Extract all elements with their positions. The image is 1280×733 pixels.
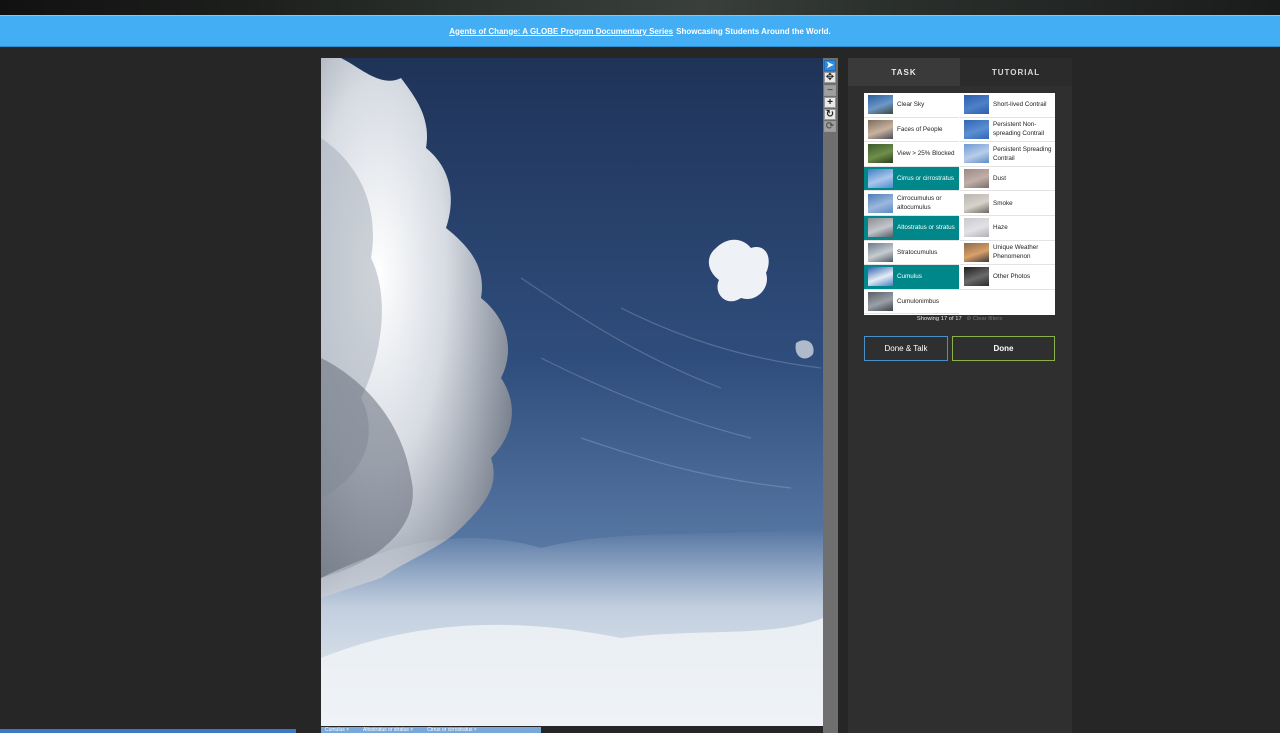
announcement-banner: Agents of Change: A GLOBE Program Docume… (0, 15, 1280, 47)
choice-cumulus[interactable]: Cumulus (864, 265, 959, 290)
choice-label: Short-lived Contrail (993, 101, 1047, 109)
choice-thumbnail (964, 95, 989, 115)
choice-label: Haze (993, 224, 1008, 232)
choice-thumbnail (964, 169, 989, 189)
choice-persistent-non-spreading-contrail[interactable]: Persistent Non-spreading Contrail (960, 118, 1055, 143)
zoom-in-icon[interactable]: + (824, 97, 836, 108)
choice-thumbnail (964, 144, 989, 164)
reset-icon[interactable]: ⟳ (824, 121, 836, 132)
choice-smoke[interactable]: Smoke (960, 191, 1055, 216)
announcement-link[interactable]: Agents of Change: A GLOBE Program Docume… (449, 27, 673, 36)
choice-thumbnail (868, 193, 893, 213)
announcement-text: Showcasing Students Around the World. (676, 26, 831, 36)
clear-filters-link[interactable]: ⊘ Clear filters (966, 316, 1002, 322)
choice-label: Persistent Non-spreading Contrail (993, 121, 1045, 138)
selected-tags-bar: Cumulus × Altostratus or stratus × Cirru… (321, 727, 541, 733)
choice-cirrus-or-cirrostratus[interactable]: Cirrus or cirrostratus (864, 166, 959, 192)
choice-thumbnail (868, 144, 893, 164)
task-panel: TASK TUTORIAL Clear Sky Short-lived Contr… (848, 58, 1072, 733)
pan-tool-icon[interactable]: ✥ (824, 72, 836, 83)
choice-short-lived-contrail[interactable]: Short-lived Contrail (960, 93, 1055, 118)
tab-task[interactable]: TASK (848, 58, 960, 86)
survey-choice-grid: Clear Sky Short-lived Contrail Faces of Pe… (864, 93, 1055, 315)
choice-unique-weather-phenomenon[interactable]: Unique Weather Phenomenon (960, 241, 1055, 266)
choice-other-photos[interactable]: Other Photos (960, 265, 1055, 290)
top-photo-strip (0, 0, 1280, 15)
choice-thumbnail (964, 267, 989, 287)
choice-thumbnail (868, 95, 893, 115)
choice-thumbnail (964, 119, 989, 139)
choice-thumbnail (964, 193, 989, 213)
choice-view-25-blocked[interactable]: View > 25% Blocked (864, 142, 959, 167)
subject-image[interactable] (321, 58, 823, 726)
filter-status: Showing 17 of 17 ⊘ Clear filters (864, 316, 1055, 322)
choice-clear-sky[interactable]: Clear Sky (864, 93, 959, 118)
choice-label: Dust (993, 175, 1006, 183)
choice-thumbnail (964, 242, 989, 262)
choice-label: Other Photos (993, 273, 1031, 281)
choice-persistent-spreading-contrail[interactable]: Persistent Spreading Contrail (960, 142, 1055, 167)
choice-label: Cumulus (897, 273, 922, 281)
choice-label: Cirrocumulus or altocumulus (897, 195, 942, 212)
done-button[interactable]: Done (952, 336, 1055, 361)
choice-thumbnail (868, 292, 893, 312)
choice-label: Cirrus or cirrostratus (897, 175, 955, 183)
choice-label: Clear Sky (897, 101, 925, 109)
choice-stratocumulus[interactable]: Stratocumulus (864, 241, 959, 266)
choice-label: Persistent Spreading Contrail (993, 145, 1052, 162)
choice-label: Unique Weather Phenomenon (993, 244, 1039, 261)
task-tabs: TASK TUTORIAL (848, 58, 1072, 86)
choice-label: Cumulonimbus (897, 298, 939, 306)
done-and-talk-button[interactable]: Done & Talk (864, 336, 948, 361)
choice-label: View > 25% Blocked (897, 150, 955, 158)
pointer-tool-icon[interactable]: ➤ (824, 60, 836, 71)
choice-thumbnail (868, 169, 893, 189)
choice-thumbnail (868, 119, 893, 139)
sky-photo (321, 58, 823, 726)
choice-label: Smoke (993, 199, 1013, 207)
choice-label: Faces of People (897, 125, 943, 133)
choice-cirrocumulus-or-altocumulus[interactable]: Cirrocumulus or altocumulus (864, 191, 959, 216)
showing-count: Showing 17 of 17 (916, 316, 962, 322)
choice-thumbnail (964, 218, 989, 238)
rotate-icon[interactable]: ↻ (824, 109, 836, 120)
selected-tag[interactable]: Altostratus or stratus × (363, 727, 413, 733)
footer-bar (0, 729, 296, 733)
choice-thumbnail (868, 218, 893, 238)
selected-tag[interactable]: Cumulus × (325, 727, 349, 733)
choice-haze[interactable]: Haze (960, 216, 1055, 241)
choice-label: Altostratus or stratus (897, 224, 955, 232)
choice-thumbnail (868, 242, 893, 262)
choice-dust[interactable]: Dust (960, 167, 1055, 192)
choice-label: Stratocumulus (897, 248, 938, 256)
tab-tutorial[interactable]: TUTORIAL (960, 58, 1072, 86)
choice-cumulonimbus[interactable]: Cumulonimbus (864, 290, 959, 315)
zoom-out-icon[interactable]: − (824, 85, 836, 96)
choice-faces-of-people[interactable]: Faces of People (864, 118, 959, 143)
image-toolbar-track (823, 58, 838, 733)
selected-tag[interactable]: Cirrus or cirrostratus × (427, 727, 477, 733)
choice-altostratus-or-stratus[interactable]: Altostratus or stratus (864, 215, 959, 241)
choice-thumbnail (868, 267, 893, 287)
